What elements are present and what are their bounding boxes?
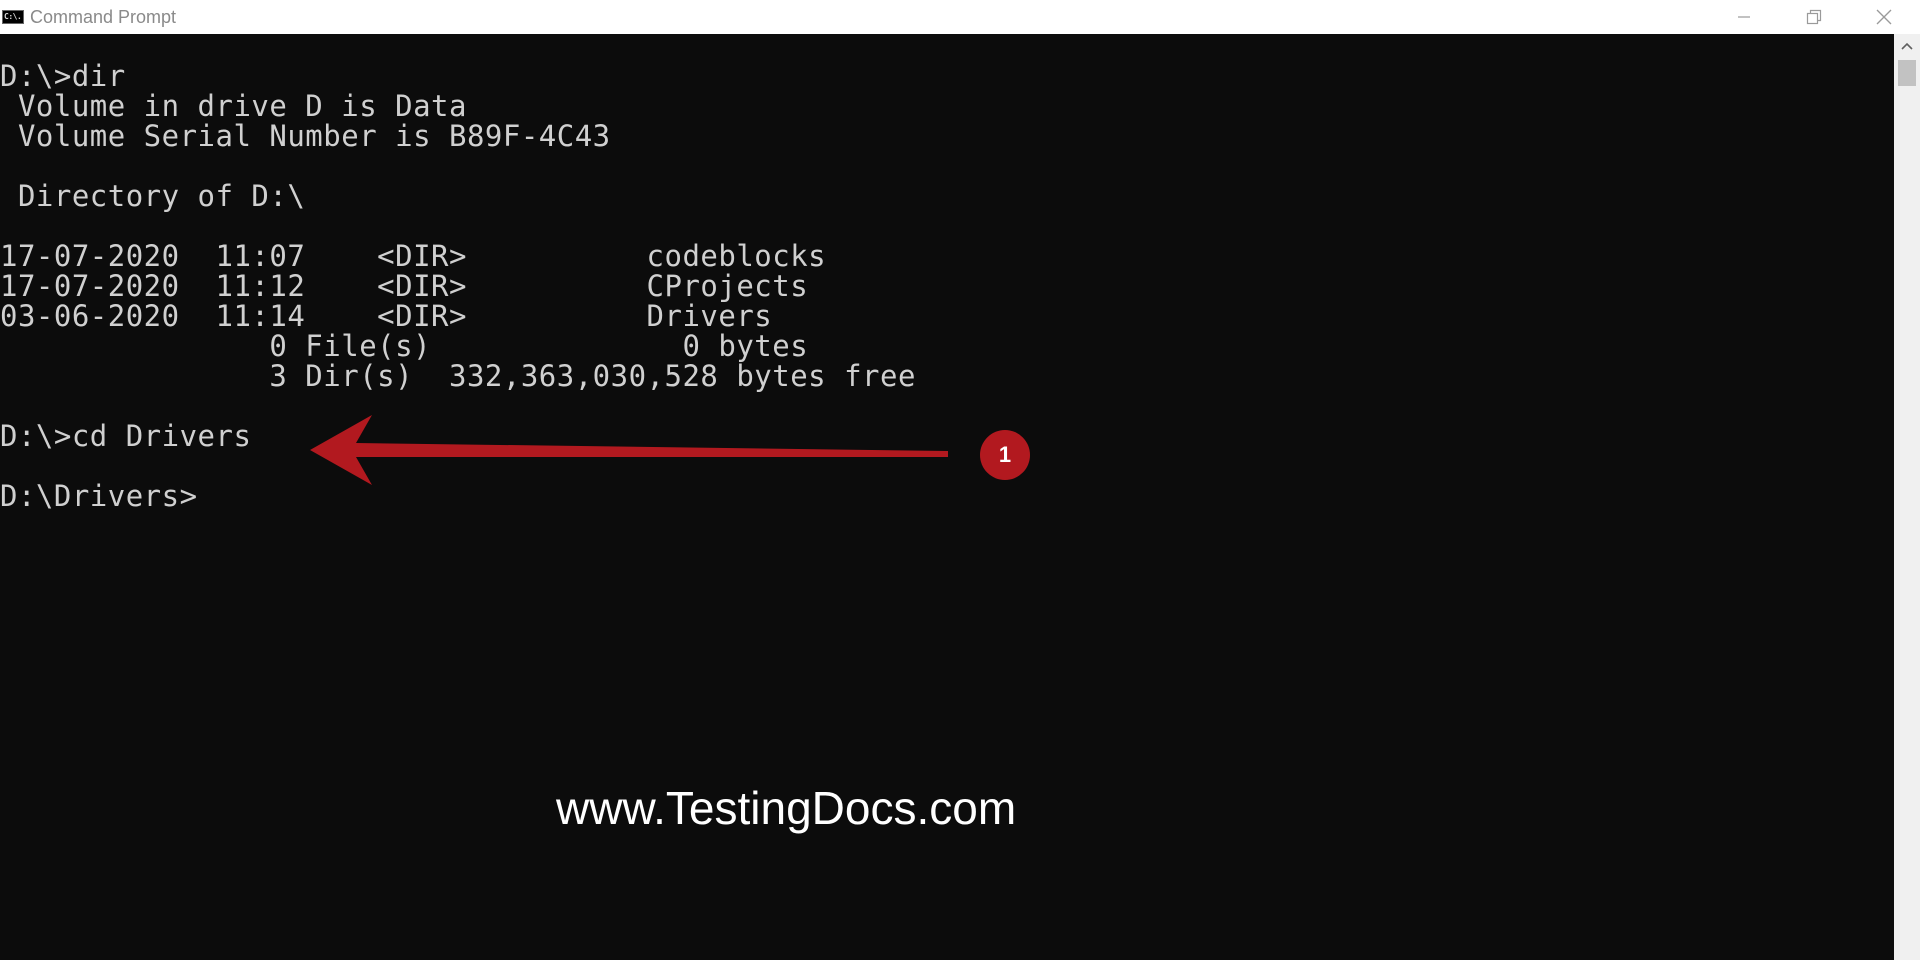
vertical-scrollbar[interactable] (1894, 34, 1920, 960)
console-line-prompt-dir: D:\>dir (0, 59, 126, 93)
console-line-entry-cprojects: 17-07-2020 11:12 <DIR> CProjects (0, 269, 809, 303)
window-title: Command Prompt (30, 7, 177, 27)
minimize-button[interactable] (1716, 0, 1772, 34)
console-line-prompt-cd: D:\>cd Drivers (0, 419, 252, 453)
console-line-current-prompt: D:\Drivers> (0, 479, 198, 513)
console-line-entry-drivers: 03-06-2020 11:14 <DIR> Drivers (0, 299, 773, 333)
close-button[interactable] (1856, 0, 1912, 34)
watermark-text: www.TestingDocs.com (556, 782, 1017, 834)
console-line-entry-codeblocks: 17-07-2020 11:07 <DIR> codeblocks (0, 239, 827, 273)
restore-icon (1806, 9, 1822, 25)
console-line-volume-serial: Volume Serial Number is B89F-4C43 (0, 119, 611, 153)
annotation-badge: 1 (980, 430, 1030, 480)
scroll-up-button[interactable] (1894, 34, 1920, 58)
left-arrow-icon (310, 415, 948, 485)
scroll-thumb[interactable] (1898, 60, 1916, 86)
console-line-volume-name: Volume in drive D is Data (0, 89, 467, 123)
minimize-icon (1738, 16, 1750, 18)
restore-button[interactable] (1786, 0, 1842, 34)
console-line-directory-of: Directory of D:\ (0, 179, 306, 213)
title-bar[interactable]: C:\. Command Prompt (0, 0, 1920, 34)
console-line-dir-count: 3 Dir(s) 332,363,030,528 bytes free (0, 359, 916, 393)
command-prompt-app-icon[interactable]: C:\. (2, 10, 24, 24)
chevron-up-icon (1901, 42, 1913, 50)
console-line-file-count: 0 File(s) 0 bytes (0, 329, 809, 363)
close-icon (1876, 9, 1892, 25)
